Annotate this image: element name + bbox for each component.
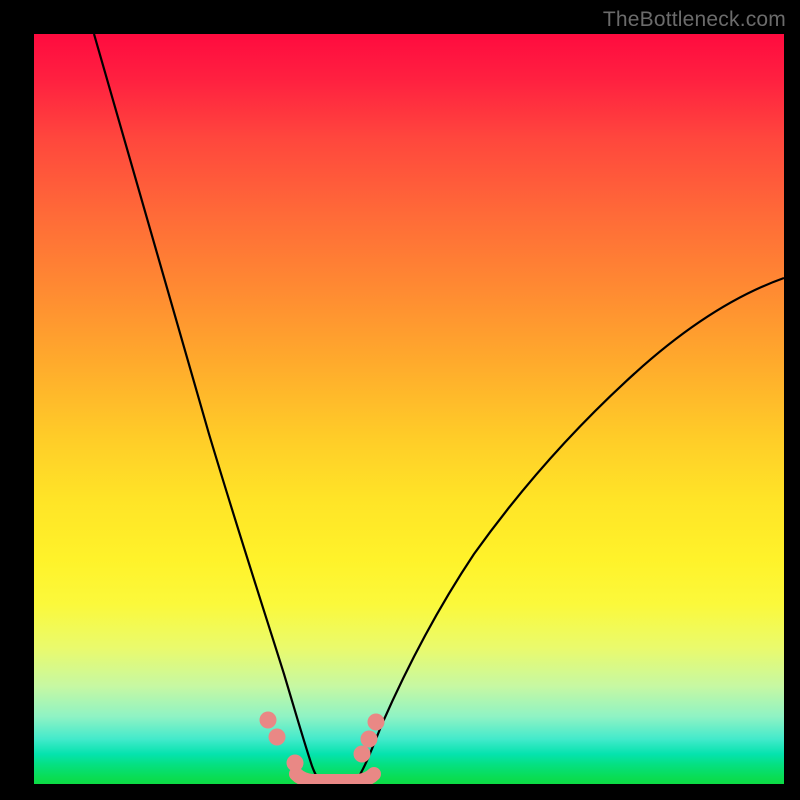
watermark-text: TheBottleneck.com [603,8,786,32]
marker-right-1 [354,746,371,763]
marker-left-1 [260,712,277,729]
marker-right-2 [361,731,378,748]
marker-right-3 [368,714,385,731]
bottom-band [296,774,374,781]
right-curve [356,278,784,780]
chart-outer-frame: TheBottleneck.com [0,0,800,800]
left-curve [94,34,320,780]
chart-svg-overlay [34,34,784,784]
chart-plot-area [34,34,784,784]
marker-left-3 [287,755,304,772]
marker-left-2 [269,729,286,746]
